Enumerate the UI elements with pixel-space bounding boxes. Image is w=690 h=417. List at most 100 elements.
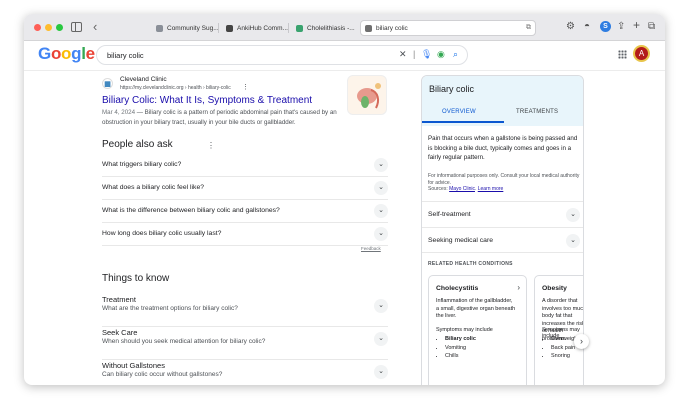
camera-search-icon[interactable]: ◉ [437,49,445,60]
browser-window: ‹ Community Sug... AnkiHub Comm... Chole… [24,14,665,385]
divider: | [413,49,416,59]
tab-biliary-colic[interactable]: biliary colic ⧉ [360,20,536,36]
search-input[interactable]: biliary colic ✕ | 🎙 ◉ ⌕ [96,45,468,65]
close-window-button[interactable] [34,24,41,31]
list-item: Snoring [551,352,579,361]
result-title-link[interactable]: Biliary Colic: What It Is, Symptoms & Tr… [102,95,312,106]
paa-question-text: How long does biliary colic usually last… [102,230,222,237]
medical-disclaimer: For informational purposes only. Consult… [428,173,580,192]
tab-label: AnkiHub Comm... [237,24,288,32]
result-url[interactable]: https://my.clevelandclinic.org › health … [120,85,231,91]
things-to-know-heading: Things to know [102,273,170,284]
back-chevron-icon[interactable]: ‹ [93,19,97,34]
paa-question[interactable]: What does a biliary colic feel like? ⌄ [102,177,388,200]
ttk-item-without-gallstones[interactable]: Without Gallstones Can biliary colic occ… [102,361,388,385]
related-condition-card[interactable]: Obesity A disorder that involves too muc… [534,275,583,385]
source-link[interactable]: Mayo Clinic [449,186,475,192]
google-header: Google biliary colic ✕ | 🎙 ◉ ⌕ A [24,41,665,71]
extension-s-icon[interactable]: S [600,21,611,32]
list-item: Chills [445,352,476,361]
condition-definition: Pain that occurs when a gallstone is bei… [428,135,578,161]
tab-cholelithiasis[interactable]: Cholelithiasis -... [292,21,359,35]
result-thumbnail[interactable] [347,75,387,115]
chevron-down-icon[interactable]: ⌄ [374,299,388,313]
chevron-down-icon[interactable]: ⌄ [374,365,388,379]
tab-divider [218,23,219,33]
ttk-title: Without Gallstones [102,361,165,370]
card-description: Inflammation of the gallbladder, a small… [436,298,516,319]
zoom-window-button[interactable] [56,24,63,31]
tab-overview[interactable]: OVERVIEW [442,109,476,115]
paa-question-text: What is the difference between biliary c… [102,207,280,214]
knowledge-panel-header: Biliary colic OVERVIEW TREATMENTS [422,76,583,126]
people-also-ask-heading: People also ask [102,139,173,150]
cleveland-clinic-logo-icon[interactable]: ▦ [102,78,113,89]
tab-treatments[interactable]: TREATMENTS [516,109,558,115]
google-logo[interactable]: Google [38,44,95,64]
more-options-icon[interactable]: ⋮ [242,83,249,91]
seeking-medical-care-row[interactable]: Seeking medical care ⌄ [422,227,583,253]
result-site-name[interactable]: Cleveland Clinic [120,76,167,83]
avatar[interactable]: A [633,45,650,62]
paa-question[interactable]: How long does biliary colic usually last… [102,223,388,246]
chevron-down-icon[interactable]: ⌄ [374,158,388,172]
chevron-down-icon[interactable]: ⌄ [566,208,580,222]
tab-label: Cholelithiasis -... [307,24,355,32]
disclaimer-text: For informational purposes only. Consult… [428,173,580,186]
shield-icon[interactable]: ◓ [584,21,590,32]
result-snippet: Mar 4, 2024 — Biliary colic is a pattern… [102,109,337,126]
chevron-down-icon[interactable]: ⌄ [374,227,388,241]
clear-icon[interactable]: ✕ [399,49,407,60]
ttk-subtitle: What are the treatment options for bilia… [102,305,238,312]
tab-label: Community Sug... [167,24,219,32]
result-snippet-text: Biliary colic is a pattern of periodic a… [102,109,337,126]
chevron-down-icon[interactable]: ⌄ [374,332,388,346]
chevron-down-icon[interactable]: ⌄ [566,234,580,248]
tab-favicon-icon [365,24,372,32]
related-condition-card[interactable]: Cholecystitis › Inflammation of the gall… [428,275,527,385]
apps-grid-icon[interactable] [618,50,627,59]
ttk-subtitle: When should you seek medical attention f… [102,338,266,345]
ttk-title: Treatment [102,295,136,304]
minimize-window-button[interactable] [45,24,52,31]
chevron-down-icon[interactable]: ⌄ [374,181,388,195]
search-icon[interactable]: ⌕ [453,49,458,60]
tab-community-suggestions[interactable]: Community Sug... [152,21,223,35]
list-item: Biliary colic [445,335,476,344]
share-tab-icon[interactable]: ⧉ [526,24,531,32]
sources-label: Sources: [428,186,448,192]
ttk-title: Seek Care [102,328,138,337]
new-tab-icon[interactable]: + [633,18,640,32]
share-icon[interactable]: ⇪ [617,21,625,32]
chevron-right-icon[interactable]: › [517,283,520,292]
paa-question-text: What does a biliary colic feel like? [102,184,204,191]
anatomy-illustration-icon [357,83,381,109]
browser-toolbar: ‹ Community Sug... AnkiHub Comm... Chole… [24,14,665,41]
card-symptoms-label: Symptoms may include [436,327,493,333]
knowledge-panel: Biliary colic OVERVIEW TREATMENTS Pain t… [421,75,584,385]
sidebar-icon[interactable] [71,22,82,32]
paa-question[interactable]: What is the difference between biliary c… [102,200,388,223]
tab-favicon-icon [156,24,163,32]
result-date: Mar 4, 2024 [102,109,136,116]
card-symptoms-list: Biliary colic Vomiting Chills [445,335,476,361]
more-options-icon[interactable]: ⋮ [207,141,215,150]
ttk-item-treatment[interactable]: Treatment What are the treatment options… [102,295,388,327]
card-title: Obesity [542,285,567,292]
tab-favicon-icon [226,24,233,32]
tab-divider [288,23,289,33]
microphone-icon[interactable]: 🎙 [421,49,432,60]
ttk-subtitle: Can biliary colic occur without gallston… [102,371,223,378]
feedback-link[interactable]: Feedback [361,246,381,251]
tab-ankihub[interactable]: AnkiHub Comm... [222,21,292,35]
knowledge-panel-title: Biliary colic [429,84,475,94]
paa-question[interactable]: What triggers biliary colic? ⌄ [102,154,388,177]
ttk-item-seek-care[interactable]: Seek Care When should you seek medical a… [102,328,388,360]
related-conditions-heading: RELATED HEALTH CONDITIONS [428,261,513,267]
self-treatment-row[interactable]: Self-treatment ⌄ [422,201,583,227]
next-cards-button[interactable]: › [574,334,589,349]
tab-overview-icon[interactable]: ⧉ [648,21,655,32]
chevron-down-icon[interactable]: ⌄ [374,204,388,218]
gear-icon[interactable]: ⚙ [566,21,575,32]
learn-more-link[interactable]: Learn more [478,186,504,192]
